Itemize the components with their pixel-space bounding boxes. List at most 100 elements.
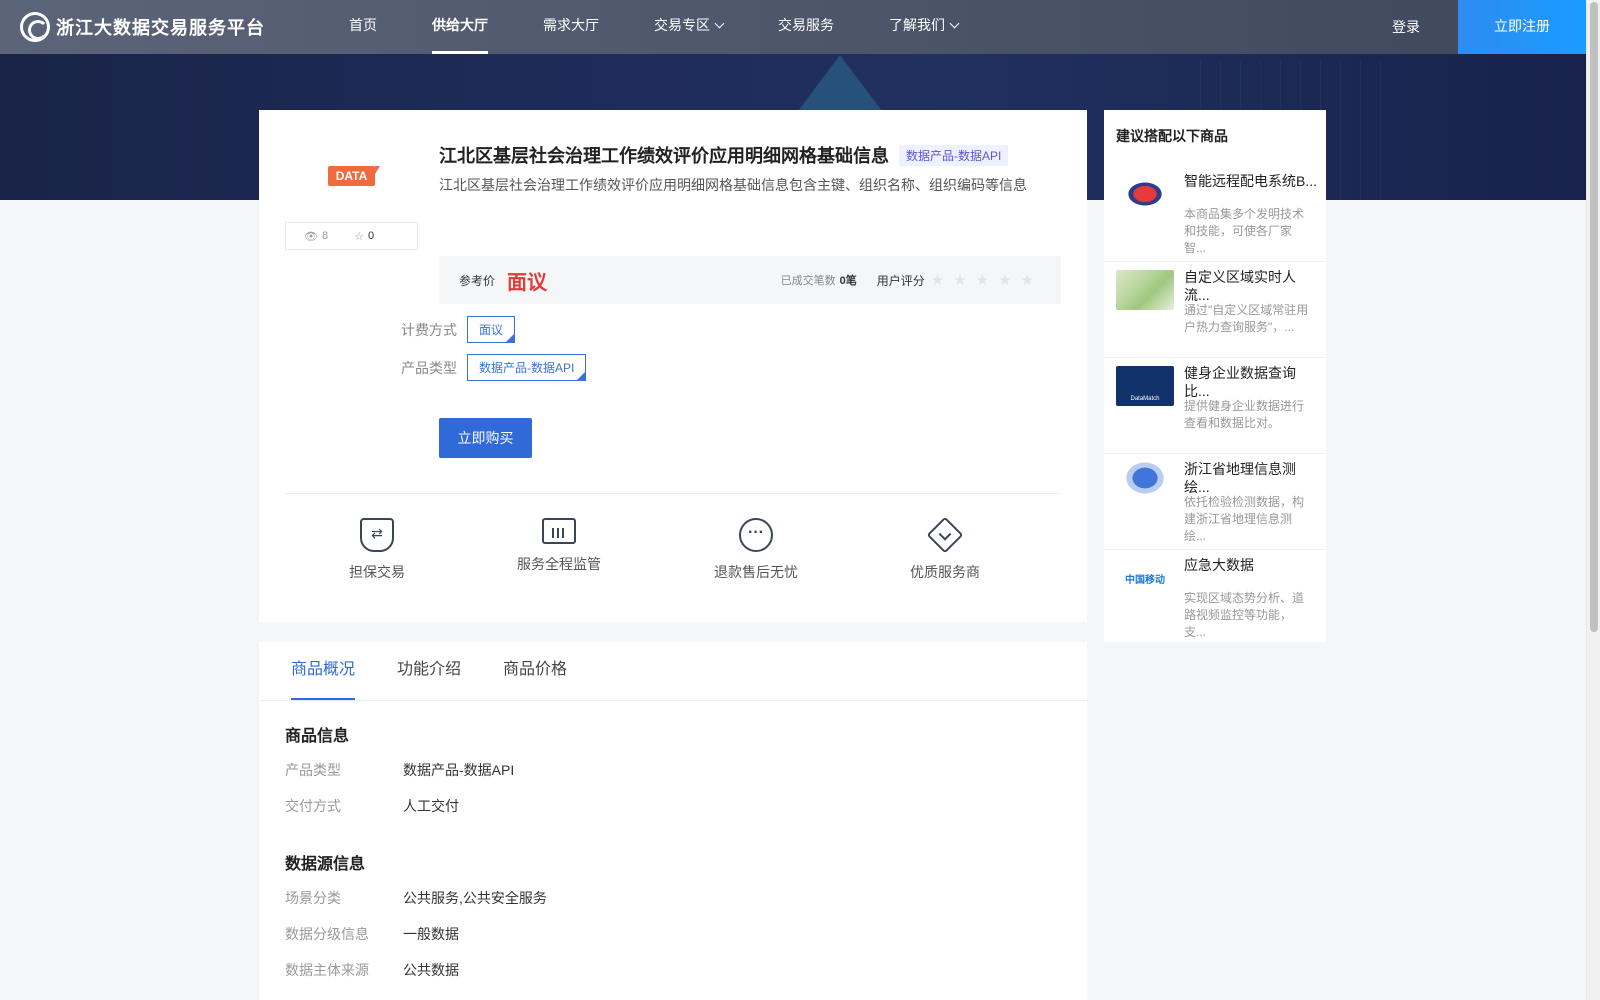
buy-now-button[interactable]: 立即购买: [439, 418, 532, 458]
nav-item-trade-zone[interactable]: 交易专区: [654, 0, 725, 54]
image-caption: 中国移动: [1125, 574, 1165, 586]
section-title-product-info: 商品信息: [285, 728, 350, 745]
product-card: DATA 👁 8 ☆ 0 江北区基层社会治理工作绩效评价应用明细网格基础信息 数…: [259, 110, 1087, 622]
data-tag: DATA: [327, 166, 380, 186]
recommendation-item[interactable]: 自定义区域实时人流... 通过"自定义区域常驻用户热力查询服务"，...: [1104, 262, 1326, 358]
guarantee-escrow: 担保交易: [349, 510, 405, 582]
eye-icon: 👁: [304, 230, 318, 243]
nav-label: 供给大厅: [432, 17, 488, 33]
logo-icon: [20, 12, 50, 42]
billing-field: 计费方式 面议: [401, 316, 516, 343]
diamond-icon: [926, 516, 964, 554]
main-menu: 首页 供给大厅 需求大厅 交易专区 交易服务 了解我们: [349, 0, 1013, 54]
nav-item-about[interactable]: 了解我们: [889, 0, 960, 54]
recommendation-desc: 依托检验检测数据，构建浙江省地理信息测绘...: [1184, 495, 1305, 543]
views-count: 8: [321, 230, 329, 242]
recommendation-item[interactable]: DataMatch 健身企业数据查询比... 提供健身企业数据进行查看和数据比对…: [1104, 358, 1326, 454]
china-mobile-logo: 中国移动: [1116, 558, 1174, 598]
info-row: 产品类型 数据产品-数据API: [285, 760, 514, 780]
scrollbar-thumb[interactable]: [1590, 2, 1598, 632]
recommendation-item[interactable]: 中国移动 应急大数据 实现区域态势分析、道路视频监控等功能，支...: [1104, 550, 1326, 646]
recommendation-item[interactable]: 智能远程配电系统B... 本商品集多个发明技术和技能，可使各厂家智...: [1104, 166, 1326, 262]
product-image: [1116, 462, 1174, 502]
image-caption: DataMatch: [1130, 396, 1160, 402]
product-image: [1116, 174, 1174, 214]
info-value: 公共数据: [403, 962, 459, 978]
product-type-badge: 数据产品-数据API: [899, 144, 1009, 166]
favorites-stat[interactable]: ☆ 0: [354, 230, 374, 243]
recommendation-desc: 本商品集多个发明技术和技能，可使各厂家智...: [1184, 207, 1305, 255]
tab-overview[interactable]: 商品概况: [291, 642, 356, 700]
recommendation-name: 浙江省地理信息测绘...: [1184, 461, 1296, 495]
product-details: 商品概况 功能介绍 商品价格 商品信息 产品类型 数据产品-数据API 交付方式…: [259, 642, 1087, 1000]
detail-tabs: 商品概况 功能介绍 商品价格: [291, 642, 609, 700]
product-title-row: 江北区基层社会治理工作绩效评价应用明细网格基础信息 数据产品-数据API: [439, 142, 1009, 168]
brand-name: 浙江大数据交易服务平台: [56, 18, 265, 38]
info-value: 一般数据: [403, 926, 459, 942]
recommendation-name: 自定义区域实时人流...: [1184, 269, 1296, 303]
rating-label: 用户评分: [876, 273, 925, 288]
views-stat: 👁 8: [304, 230, 328, 243]
guarantee-label: 优质服务商: [910, 564, 980, 580]
rating-stars[interactable]: ★★★★★: [931, 271, 1043, 289]
tab-price[interactable]: 商品价格: [503, 642, 567, 700]
type-option[interactable]: 数据产品-数据API: [467, 354, 587, 381]
guarantee-label: 服务全程监管: [517, 556, 601, 572]
nav-label: 首页: [349, 17, 377, 33]
guarantee-quality: 优质服务商: [910, 510, 980, 582]
price-box: 参考价 面议 已成交笔数 0笔 用户评分 ★★★★★: [439, 256, 1061, 304]
favorites-count: 0: [367, 230, 375, 242]
info-row: 场景分类 公共服务,公共安全服务: [285, 888, 547, 908]
monitor-icon: [542, 518, 576, 544]
chevron-down-icon: [714, 18, 725, 29]
recommendation-title: 建议搭配以下商品: [1116, 128, 1228, 144]
recommendation-desc: 实现区域态势分析、道路视频监控等功能，支...: [1184, 591, 1305, 639]
product-image: DataMatch: [1116, 366, 1174, 406]
top-navigation: 浙江大数据交易服务平台 首页 供给大厅 需求大厅 交易专区 交易服务 了解我们 …: [0, 0, 1586, 54]
guarantee-supervision: 服务全程监管: [517, 510, 601, 574]
guarantee-list: 担保交易 服务全程监管 退款售后无忧 优质服务商: [285, 510, 1061, 590]
product-stats: 👁 8 ☆ 0: [285, 222, 418, 250]
nav-item-supply-hall[interactable]: 供给大厅: [432, 0, 488, 54]
brand-logo[interactable]: 浙江大数据交易服务平台: [20, 12, 265, 42]
chat-icon: [739, 518, 773, 552]
nav-label: 交易专区: [654, 17, 710, 33]
deals-label: 已成交笔数: [780, 275, 836, 287]
recommendation-name: 健身企业数据查询比...: [1184, 365, 1296, 399]
info-value: 数据产品-数据API: [403, 762, 515, 778]
price-value: 面议: [507, 271, 548, 294]
tab-features[interactable]: 功能介绍: [397, 642, 461, 700]
deals-value: 0笔: [839, 275, 857, 287]
guarantee-label: 担保交易: [349, 564, 405, 580]
divider: [285, 493, 1061, 494]
info-key: 交付方式: [285, 798, 341, 814]
nav-item-home[interactable]: 首页: [349, 0, 377, 54]
nav-label: 交易服务: [778, 17, 834, 33]
billing-option[interactable]: 面议: [467, 316, 516, 343]
login-link[interactable]: 登录: [1392, 17, 1420, 37]
price-label: 参考价: [459, 273, 496, 288]
nav-item-trade-service[interactable]: 交易服务: [778, 0, 834, 54]
product-image: [1116, 270, 1174, 310]
recommendation-item[interactable]: 浙江省地理信息测绘... 依托检验检测数据，构建浙江省地理信息测绘...: [1104, 454, 1326, 550]
section-title-data-source: 数据源信息: [285, 856, 366, 873]
nav-item-demand-hall[interactable]: 需求大厅: [543, 0, 599, 54]
recommendation-panel: 建议搭配以下商品 智能远程配电系统B... 本商品集多个发明技术和技能，可使各厂…: [1104, 110, 1326, 642]
shield-icon: [360, 518, 394, 552]
page-scrollbar[interactable]: [1586, 0, 1600, 1000]
product-description: 江北区基层社会治理工作绩效评价应用明细网格基础信息包含主键、组织名称、组织编码等…: [439, 177, 1027, 193]
type-field: 产品类型 数据产品-数据API: [401, 354, 587, 381]
info-value: 人工交付: [403, 798, 459, 814]
recommendation-desc: 提供健身企业数据进行查看和数据比对。: [1184, 399, 1305, 430]
nav-label: 需求大厅: [543, 17, 599, 33]
register-button[interactable]: 立即注册: [1458, 0, 1586, 54]
chevron-down-icon: [949, 18, 960, 29]
product-thumbnail: DATA: [285, 116, 418, 236]
info-value: 公共服务,公共安全服务: [403, 890, 547, 906]
star-outline-icon: ☆: [354, 230, 364, 243]
info-key: 数据分级信息: [285, 926, 369, 942]
recommendation-desc: 通过"自定义区域常驻用户热力查询服务"，...: [1184, 303, 1309, 334]
product-title: 江北区基层社会治理工作绩效评价应用明细网格基础信息: [439, 146, 889, 166]
nav-label: 了解我们: [889, 17, 945, 33]
recommendation-name: 应急大数据: [1184, 557, 1254, 573]
